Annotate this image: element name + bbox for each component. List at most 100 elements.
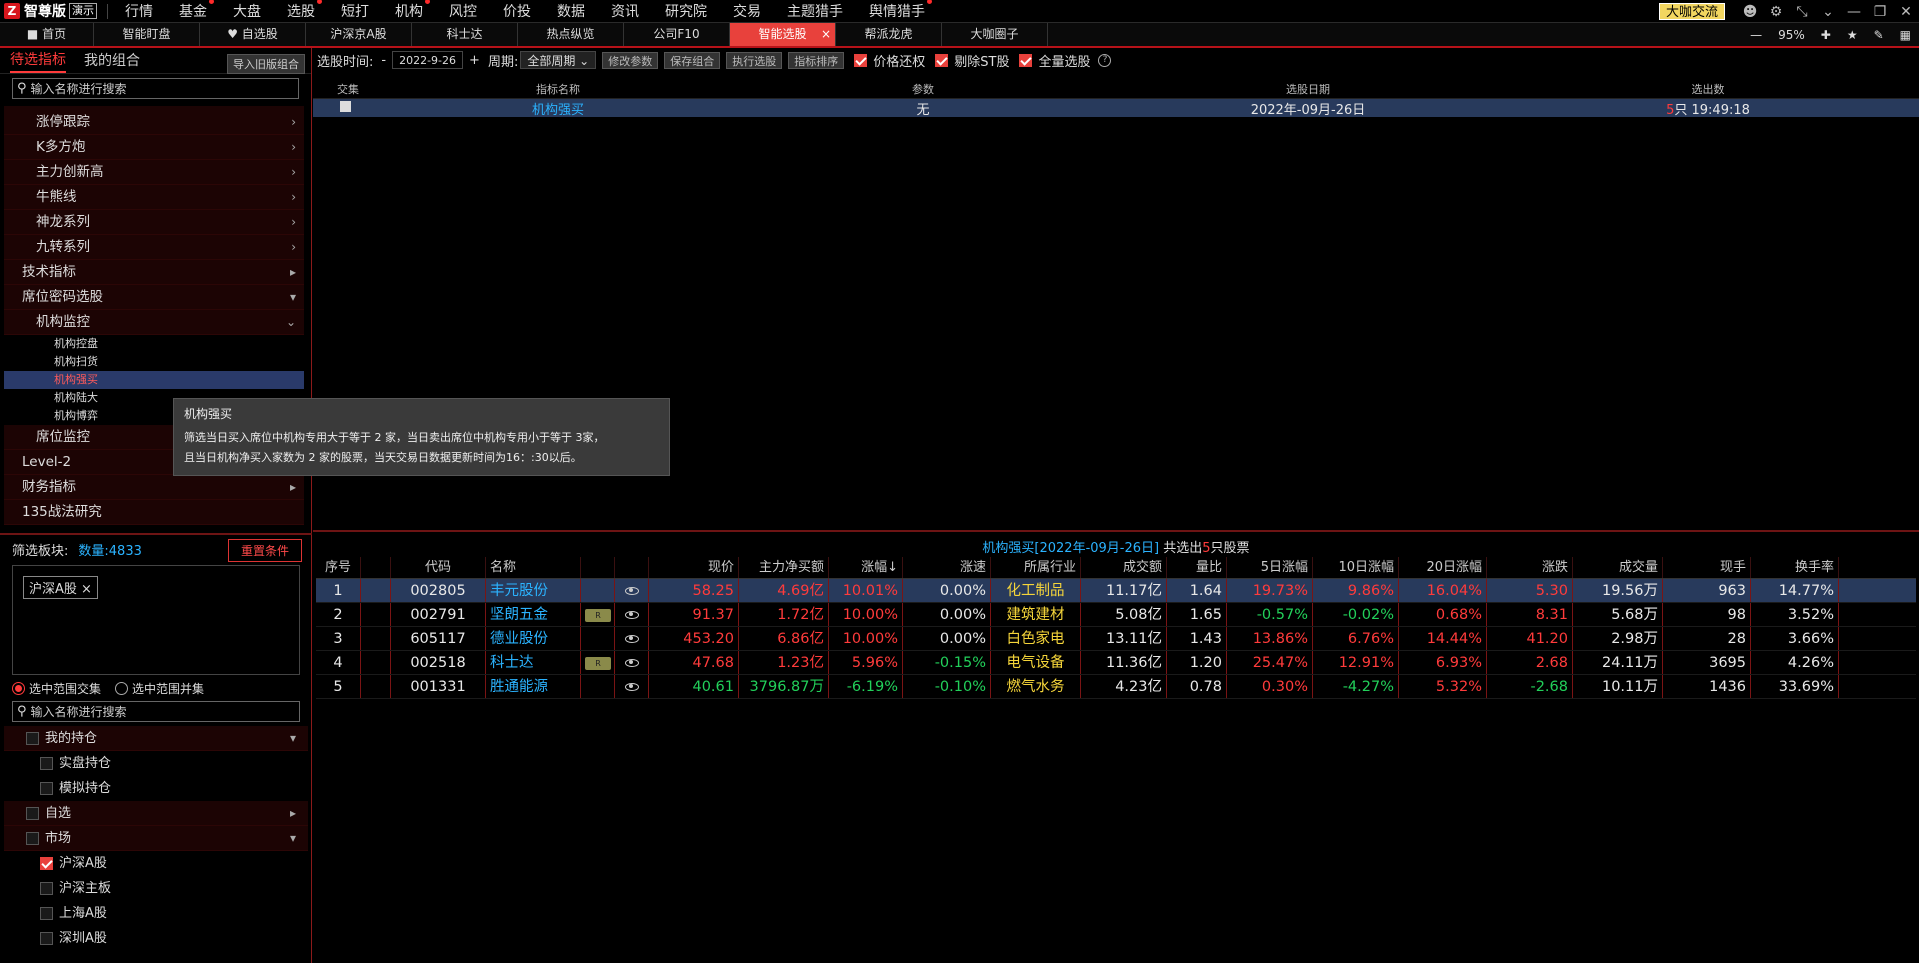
full-selection-checkbox[interactable]: 全量选股 [1019, 51, 1090, 70]
result-row[interactable]: 3 605117 德业股份 453.20 6.86亿 10.00% 0.00% 白色家电 13.… [316, 627, 1916, 651]
exclude-st-checkbox[interactable]: 剔除ST股 [935, 51, 1009, 70]
column-header[interactable]: 名称 [486, 557, 581, 578]
tab-6[interactable]: 公司F10 [624, 23, 730, 46]
user-icon[interactable]: ☻ [1737, 0, 1763, 23]
result-row[interactable]: 2 002791 坚朗五金 R 91.37 1.72亿 10.00% 0.00% 建筑建材 5.0… [316, 603, 1916, 627]
remove-chip-icon[interactable]: × [81, 582, 92, 597]
tree-node[interactable]: 神龙系列 › [4, 210, 304, 235]
column-header[interactable]: 现手 [1663, 557, 1751, 578]
board-node[interactable]: 沪深主板 [4, 876, 308, 901]
eye-icon[interactable] [624, 683, 639, 691]
board-node[interactable]: 上海A股 [4, 901, 308, 926]
tab-0[interactable]: ■ 首页 [0, 23, 94, 46]
column-header[interactable]: 现价 [649, 557, 739, 578]
star-icon[interactable]: ★ [1839, 28, 1866, 42]
checkbox-icon[interactable] [40, 857, 53, 870]
menu-item[interactable]: 短打 [328, 1, 382, 21]
tree-node[interactable]: 涨停跟踪 › [4, 110, 304, 135]
board-chip[interactable]: 沪深A股 × [23, 576, 98, 599]
board-node[interactable]: 市场 ▾ [4, 826, 308, 851]
column-header[interactable]: 成交额 [1081, 557, 1167, 578]
checkbox-icon[interactable] [40, 757, 53, 770]
tab-2[interactable]: ♥ 自选股 [200, 23, 306, 46]
tab-9[interactable]: 大咖圈子 [942, 23, 1048, 46]
checkbox-icon[interactable] [26, 732, 39, 745]
tab-7[interactable]: 智能选股 × [730, 23, 836, 46]
menu-item[interactable]: 大盘 [220, 1, 274, 21]
tree-node[interactable]: 机构监控 ⌄ [4, 310, 304, 335]
checkbox-icon[interactable] [40, 882, 53, 895]
cell[interactable]: 科士达 [486, 651, 581, 674]
modify-params-button[interactable]: 修改参数 [602, 51, 659, 69]
tab-1[interactable]: 智能盯盘 [94, 23, 200, 46]
checkbox-icon[interactable] [40, 907, 53, 920]
board-node[interactable]: 模拟持仓 [4, 776, 308, 801]
menu-item[interactable]: 主题猎手 [774, 1, 856, 21]
column-header[interactable] [615, 557, 649, 578]
menu-item[interactable]: 基金 [166, 0, 220, 21]
menu-item[interactable]: 机构 [382, 0, 436, 21]
checkbox-icon[interactable] [26, 807, 39, 820]
help-icon[interactable]: ? [1098, 53, 1112, 67]
menu-item[interactable]: 行情 [112, 1, 166, 21]
save-portfolio-button[interactable]: 保存组合 [664, 51, 721, 69]
chevron-down-icon[interactable]: ⌄ [1815, 0, 1841, 23]
import-old-portfolio-button[interactable]: 导入旧版组合 [227, 54, 305, 74]
menu-item[interactable]: 交易 [720, 1, 774, 21]
tree-node[interactable]: 财务指标 ▸ [4, 475, 304, 500]
indicator-item[interactable]: 机构扫货 [4, 353, 304, 371]
board-node[interactable]: 深圳A股 [4, 926, 308, 951]
strategy-name[interactable]: 机构强买 [383, 99, 733, 117]
price-adjust-checkbox[interactable]: 价格还权 [854, 51, 925, 70]
edit-icon[interactable]: ✎ [1866, 28, 1892, 42]
tab-8[interactable]: 帮派龙虎 [836, 23, 942, 46]
menu-item[interactable]: 风控 [436, 1, 490, 21]
board-search-input[interactable]: ⚲ 输入名称进行搜索 [12, 701, 300, 722]
menu-item[interactable]: 选股 [274, 0, 328, 21]
eye-icon[interactable] [624, 659, 639, 667]
tab-my-portfolio[interactable]: 我的组合 [84, 50, 140, 72]
column-header[interactable]: 主力净买额 [739, 557, 829, 578]
tree-node[interactable]: 135战法研究 [4, 500, 304, 525]
column-header[interactable] [581, 557, 615, 578]
tree-node[interactable]: K多方炮 › [4, 135, 304, 160]
column-header[interactable]: 涨幅↓ [829, 557, 903, 578]
column-header[interactable]: 10日涨幅 [1313, 557, 1399, 578]
date-input[interactable]: 2022-9-26 [392, 51, 464, 69]
settings-icon[interactable]: ⚙ [1763, 0, 1789, 23]
column-header[interactable]: 序号 [316, 557, 361, 578]
indicator-item[interactable]: 机构强买 [4, 371, 304, 389]
zoom-in-icon[interactable]: ✚ [1813, 28, 1839, 42]
strategy-checkbox[interactable] [339, 101, 351, 112]
cell[interactable]: 德业股份 [486, 627, 581, 650]
reset-conditions-button[interactable]: 重置条件 [227, 539, 302, 562]
tab-candidate-indicators[interactable]: 待选指标 [10, 49, 66, 73]
app-logo[interactable]: Z 智尊版 演示 [0, 0, 97, 23]
column-header[interactable] [361, 557, 391, 578]
menu-item[interactable]: 数据 [544, 1, 598, 21]
eye-icon[interactable] [624, 587, 639, 595]
board-node[interactable]: 实盘持仓 [4, 751, 308, 776]
cell[interactable]: 胜通能源 [486, 675, 581, 698]
strategy-row[interactable]: 机构强买 无 2022年-09月-26日 5只 19:49:18 [313, 99, 1919, 117]
tree-node[interactable]: 主力创新高 › [4, 160, 304, 185]
cell[interactable]: 坚朗五金 [486, 603, 581, 626]
cell[interactable]: 丰元股份 [486, 579, 581, 602]
menu-item[interactable]: 价投 [490, 1, 544, 21]
board-node[interactable]: 自选 ▸ [4, 801, 308, 826]
grid-icon[interactable]: ▦ [1892, 28, 1919, 42]
column-header[interactable]: 涨跌 [1487, 557, 1573, 578]
checkbox-icon[interactable] [40, 782, 53, 795]
tab-3[interactable]: 沪深京A股 [306, 23, 412, 46]
checkbox-icon[interactable] [40, 932, 53, 945]
tab-5[interactable]: 热点纵览 [518, 23, 624, 46]
indicator-search-input[interactable]: ⚲ 输入名称进行搜索 [12, 78, 299, 99]
column-header[interactable]: 量比 [1167, 557, 1227, 578]
column-header[interactable]: 20日涨幅 [1399, 557, 1487, 578]
board-node[interactable]: 我的持仓 ▾ [4, 726, 308, 751]
indicator-sort-button[interactable]: 指标排序 [788, 51, 845, 69]
daka-exchange-button[interactable]: 大咖交流 [1658, 3, 1725, 20]
tree-node[interactable]: 席位密码选股 ▾ [4, 285, 304, 310]
column-header[interactable]: 成交量 [1573, 557, 1663, 578]
shrink-icon[interactable]: ⤡ [1789, 0, 1815, 23]
